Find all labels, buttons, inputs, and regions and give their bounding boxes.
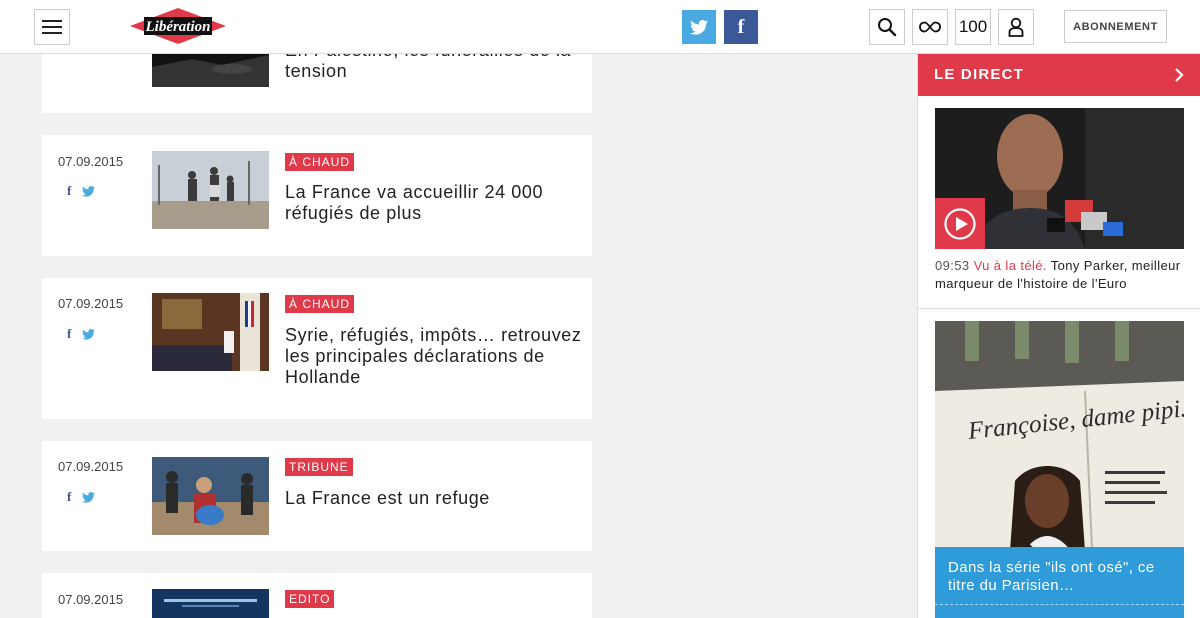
article-card[interactable]: 07.09.2015 f À CHAUD Syrie, réfugiés, im… [42, 278, 592, 419]
facebook-follow-button[interactable]: f [724, 10, 758, 44]
live-kicker[interactable]: Vu à la télé. [974, 258, 1047, 273]
search-button[interactable] [869, 9, 905, 45]
logo-wordmark: Libération [144, 19, 210, 35]
twitter-share-icon[interactable] [82, 328, 96, 340]
promo-caption-text: Dans la série "ils ont osé", ce titre du… [948, 559, 1155, 594]
rubric-badge[interactable]: TRIBUNE [285, 458, 353, 476]
live-item-text[interactable]: 09:53 Vu à la télé. Tony Parker, meilleu… [935, 257, 1185, 293]
hamburger-line [42, 32, 62, 34]
user-icon [1008, 17, 1024, 37]
infinity-icon [919, 21, 941, 33]
article-title[interactable]: Syrie, réfugiés, impôts… retrouvez les p… [285, 325, 583, 388]
article-card[interactable]: 07.09.2015 EDITO [42, 573, 592, 618]
twitter-share-icon[interactable] [82, 491, 96, 503]
live-sidebar: LE DIRECT 09:53 Vu à la télé. Tony Parke… [917, 54, 1200, 618]
facebook-share-icon[interactable]: f [67, 489, 71, 505]
promo-caption[interactable]: Dans la série "ils ont osé", ce titre du… [935, 547, 1184, 618]
hundred-button[interactable]: 100 [955, 9, 991, 45]
search-icon [878, 18, 897, 37]
share-links: f [67, 183, 96, 199]
chevron-right-icon [1175, 68, 1184, 82]
le-direct-label: LE DIRECT [934, 66, 1024, 83]
account-button[interactable] [998, 9, 1034, 45]
menu-button[interactable] [34, 9, 70, 45]
live-time: 09:53 [935, 258, 970, 273]
subscribe-button[interactable]: ABONNEMENT [1064, 10, 1167, 43]
share-links: f [67, 326, 96, 342]
facebook-share-icon[interactable]: f [67, 326, 71, 342]
article-title[interactable]: La France est un refuge [285, 488, 575, 509]
article-card[interactable]: 07.09.2015 f À CHAUD La France va accuei… [42, 135, 592, 256]
play-icon [944, 207, 976, 240]
hamburger-line [42, 20, 62, 22]
article-date: 07.09.2015 [58, 592, 124, 607]
hundred-label: 100 [958, 17, 988, 36]
loop-button[interactable] [912, 9, 948, 45]
facebook-icon: f [737, 15, 745, 38]
article-thumbnail[interactable] [152, 457, 269, 535]
article-thumbnail[interactable] [152, 589, 269, 618]
hamburger-line [42, 26, 62, 28]
article-card[interactable]: 07.09.2015 f TRIBUNE La France est un re… [42, 441, 592, 551]
rubric-badge[interactable]: À CHAUD [285, 295, 355, 313]
article-date: 07.09.2015 [58, 459, 124, 474]
article-date: 07.09.2015 [58, 296, 124, 311]
play-button[interactable] [935, 198, 985, 249]
article-thumbnail[interactable] [152, 293, 269, 371]
share-links: f [67, 489, 96, 505]
twitter-share-icon[interactable] [82, 185, 96, 197]
article-date: 07.09.2015 [58, 154, 124, 169]
divider [918, 308, 1200, 309]
article-title[interactable]: La France va accueillir 24 000 réfugiés … [285, 182, 575, 224]
article-thumbnail[interactable] [152, 151, 269, 229]
le-direct-header[interactable]: LE DIRECT [918, 54, 1200, 96]
live-video-thumbnail[interactable] [935, 108, 1184, 249]
twitter-icon [690, 19, 708, 35]
rubric-badge[interactable]: EDITO [285, 590, 335, 608]
site-logo[interactable]: Libération [130, 8, 226, 44]
facebook-share-icon[interactable]: f [67, 183, 71, 199]
site-header: Libération f 100 ABONNEMENT [0, 0, 1200, 54]
rubric-badge[interactable]: À CHAUD [285, 153, 355, 171]
caption-divider [935, 604, 1184, 605]
live-headline[interactable]: Tony Parker, meilleur marqueur de l'hist… [935, 258, 1181, 291]
twitter-follow-button[interactable] [682, 10, 716, 44]
promo-card[interactable]: Françoise, dame pipi… au bout du rouleau… [935, 321, 1184, 618]
